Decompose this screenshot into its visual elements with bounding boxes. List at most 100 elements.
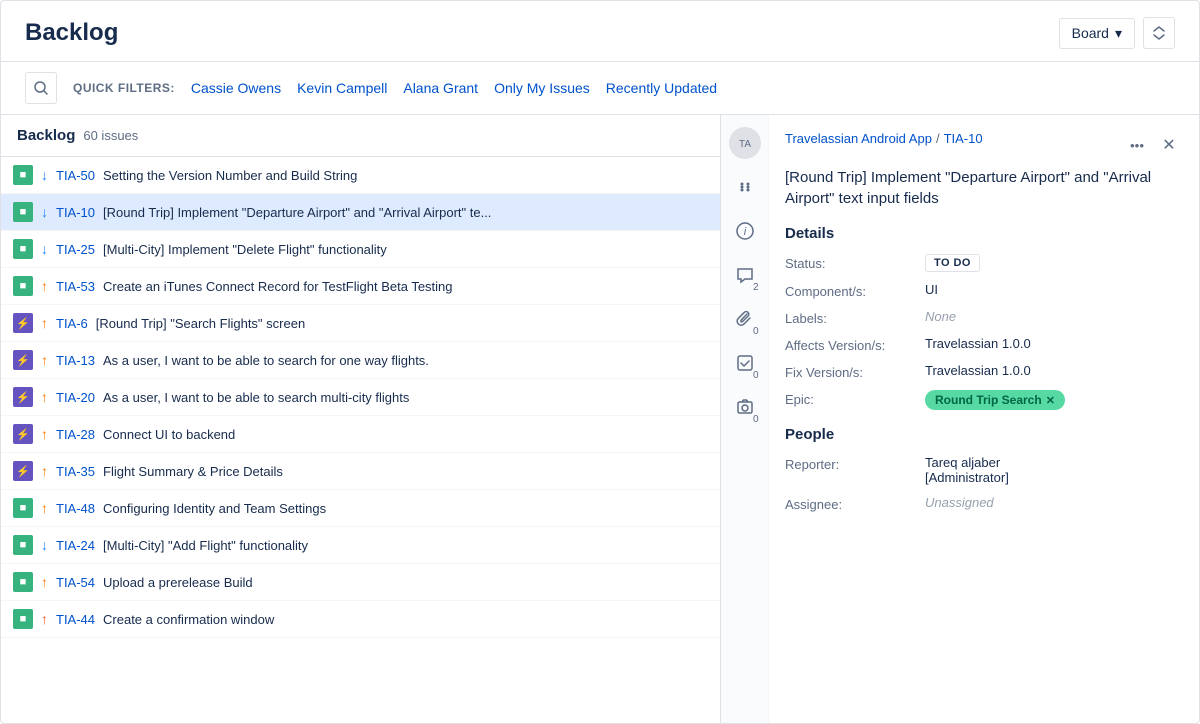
table-row[interactable]: ■ ↑ TIA-48 Configuring Identity and Team…: [1, 490, 720, 527]
table-row[interactable]: ⚡ ↑ TIA-35 Flight Summary & Price Detail…: [1, 453, 720, 490]
affects-row: Affects Version/s: Travelassian 1.0.0: [785, 336, 1183, 353]
story-icon: ■: [13, 535, 33, 555]
table-row[interactable]: ■ ↓ TIA-24 [Multi-City] "Add Flight" fun…: [1, 527, 720, 564]
affects-label: Affects Version/s:: [785, 336, 925, 353]
labels-label: Labels:: [785, 309, 925, 326]
breadcrumb-issue-key[interactable]: TIA-10: [944, 131, 983, 146]
detail-header: Travelassian Android App / TIA-10 ••• ✕: [785, 131, 1183, 159]
table-row[interactable]: ■ ↓ TIA-10 [Round Trip] Implement "Depar…: [1, 194, 720, 231]
issue-key: TIA-54: [56, 575, 95, 590]
detail-actions: ••• ✕: [1123, 131, 1183, 159]
detail-content: Travelassian Android App / TIA-10 ••• ✕: [769, 115, 1199, 723]
avatar-sidebar[interactable]: TA: [729, 127, 761, 159]
priority-up-icon: ↑: [41, 500, 48, 516]
fix-label: Fix Version/s:: [785, 363, 925, 380]
priority-up-icon: ↑: [41, 574, 48, 590]
page-header: Backlog Board ▾: [1, 1, 1199, 62]
issue-summary: As a user, I want to be able to search m…: [103, 390, 708, 405]
assignee-label: Assignee:: [785, 495, 925, 512]
filter-kevin[interactable]: Kevin Campell: [297, 80, 387, 96]
issue-list: ■ ↓ TIA-50 Setting the Version Number an…: [1, 157, 720, 723]
reporter-value: Tareq aljaber [Administrator]: [925, 455, 1183, 485]
handle-icon: [737, 179, 753, 195]
epic-row: Epic: Round Trip Search ✕: [785, 390, 1183, 410]
table-row[interactable]: ■ ↓ TIA-50 Setting the Version Number an…: [1, 157, 720, 194]
board-dropdown-icon: ▾: [1115, 25, 1122, 42]
subtask-icon: ⚡: [13, 350, 33, 370]
priority-up-icon: ↑: [41, 463, 48, 479]
detail-title: [Round Trip] Implement "Departure Airpor…: [785, 167, 1183, 209]
reporter-label: Reporter:: [785, 455, 925, 472]
drag-handle-icon: [729, 171, 761, 203]
table-row[interactable]: ⚡ ↑ TIA-6 [Round Trip] "Search Flights" …: [1, 305, 720, 342]
assignee-value: Unassigned: [925, 495, 1183, 510]
table-row[interactable]: ⚡ ↑ TIA-20 As a user, I want to be able …: [1, 379, 720, 416]
capture-icon[interactable]: 0: [729, 391, 761, 423]
issue-summary: [Multi-City] "Add Flight" functionality: [103, 538, 708, 553]
avatar-icon: TA: [729, 127, 761, 159]
search-button[interactable]: [25, 72, 57, 104]
story-icon: ■: [13, 276, 33, 296]
people-section-title: People: [785, 426, 1183, 443]
backlog-label: Backlog: [17, 127, 75, 144]
status-badge[interactable]: TO DO: [925, 254, 980, 272]
header-actions: Board ▾: [1059, 17, 1175, 49]
epic-badge[interactable]: Round Trip Search ✕: [925, 390, 1065, 410]
epic-value: Round Trip Search ✕: [925, 390, 1183, 410]
issue-summary: Create an iTunes Connect Record for Test…: [103, 279, 708, 294]
breadcrumb-project[interactable]: Travelassian Android App: [785, 131, 932, 146]
issue-key: TIA-35: [56, 464, 95, 479]
table-row[interactable]: ■ ↓ TIA-25 [Multi-City] Implement "Delet…: [1, 231, 720, 268]
breadcrumb: Travelassian Android App / TIA-10: [785, 131, 1123, 146]
table-row[interactable]: ⚡ ↑ TIA-13 As a user, I want to be able …: [1, 342, 720, 379]
issue-summary: Connect UI to backend: [103, 427, 708, 442]
table-row[interactable]: ■ ↑ TIA-44 Create a confirmation window: [1, 601, 720, 638]
filter-alana[interactable]: Alana Grant: [403, 80, 478, 96]
search-icon: [33, 80, 49, 96]
attachment-icon[interactable]: 0: [729, 303, 761, 335]
fix-value: Travelassian 1.0.0: [925, 363, 1183, 378]
story-icon: ■: [13, 498, 33, 518]
priority-up-icon: ↑: [41, 315, 48, 331]
priority-up-icon: ↑: [41, 278, 48, 294]
affects-value: Travelassian 1.0.0: [925, 336, 1183, 351]
comment-svg-icon: [736, 266, 754, 284]
svg-text:i: i: [743, 226, 746, 238]
filter-cassie[interactable]: Cassie Owens: [191, 80, 281, 96]
checklist-icon[interactable]: 0: [729, 347, 761, 379]
issue-key: TIA-53: [56, 279, 95, 294]
component-value: UI: [925, 282, 1183, 297]
table-row[interactable]: ■ ↑ TIA-54 Upload a prerelease Build: [1, 564, 720, 601]
story-icon: ■: [13, 609, 33, 629]
priority-down-icon: ↓: [41, 537, 48, 553]
attachment-count: 0: [753, 326, 759, 337]
table-row[interactable]: ■ ↑ TIA-53 Create an iTunes Connect Reco…: [1, 268, 720, 305]
detail-top: [Round Trip] Implement "Departure Airpor…: [785, 167, 1183, 209]
quick-filters-label: QUICK FILTERS:: [73, 81, 175, 95]
labels-row: Labels: None: [785, 309, 1183, 326]
priority-down-icon: ↓: [41, 204, 48, 220]
issue-summary: [Round Trip] Implement "Departure Airpor…: [103, 205, 708, 220]
epic-remove-icon[interactable]: ✕: [1046, 394, 1055, 407]
info-icon[interactable]: i: [729, 215, 761, 247]
issue-summary: Create a confirmation window: [103, 612, 708, 627]
filter-myissues[interactable]: Only My Issues: [494, 80, 590, 96]
more-options-button[interactable]: •••: [1123, 131, 1151, 159]
issue-key: TIA-13: [56, 353, 95, 368]
table-row[interactable]: ⚡ ↑ TIA-28 Connect UI to backend: [1, 416, 720, 453]
component-label: Component/s:: [785, 282, 925, 299]
story-icon: ■: [13, 165, 33, 185]
epic-badge-text: Round Trip Search: [935, 393, 1042, 407]
issue-summary: Flight Summary & Price Details: [103, 464, 708, 479]
more-options-icon: •••: [1130, 138, 1144, 153]
issue-summary: As a user, I want to be able to search f…: [103, 353, 708, 368]
comment-icon[interactable]: 2: [729, 259, 761, 291]
close-detail-button[interactable]: ✕: [1155, 131, 1183, 159]
collapse-button[interactable]: [1143, 17, 1175, 49]
detail-sidebar: TA i: [721, 115, 769, 723]
story-icon: ■: [13, 239, 33, 259]
close-icon: ✕: [1162, 135, 1175, 155]
filter-recent[interactable]: Recently Updated: [606, 80, 717, 96]
issue-key: TIA-6: [56, 316, 88, 331]
board-button[interactable]: Board ▾: [1059, 18, 1135, 49]
